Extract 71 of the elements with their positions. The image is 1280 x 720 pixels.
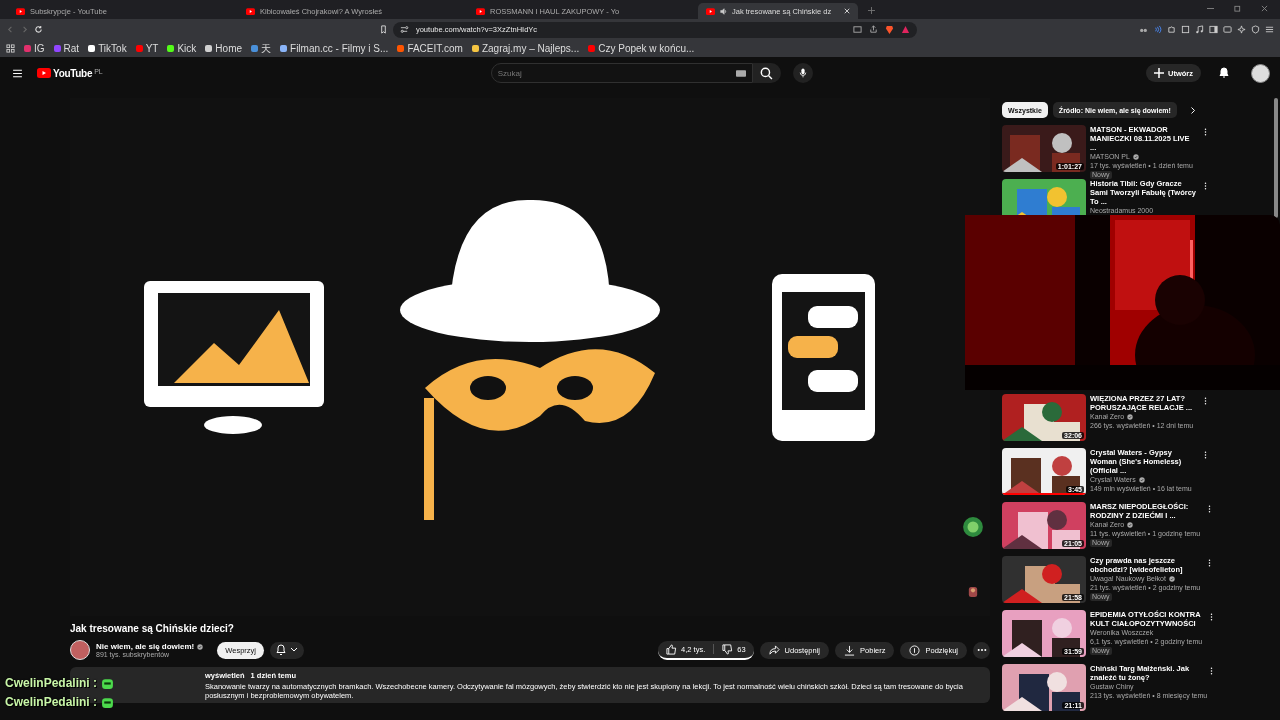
thumbs-down-icon bbox=[722, 643, 734, 655]
chat-username: CwelinPedalini : bbox=[5, 695, 97, 709]
speaker-icon[interactable] bbox=[720, 7, 727, 15]
more-icon[interactable] bbox=[1208, 559, 1212, 567]
shield-icon[interactable] bbox=[1251, 25, 1260, 34]
more-icon[interactable] bbox=[1204, 397, 1207, 405]
bookmark-link[interactable]: Zagraj.my – Najleps... bbox=[481, 43, 580, 54]
emote-icon bbox=[101, 695, 114, 709]
apps-icon[interactable] bbox=[6, 44, 15, 53]
play-logo-icon[interactable] bbox=[37, 68, 51, 78]
bookmark-link[interactable]: Home bbox=[215, 43, 243, 54]
more-icon[interactable] bbox=[1204, 182, 1207, 190]
thumbs-up-icon bbox=[666, 643, 678, 655]
bookmark-icon[interactable] bbox=[378, 25, 388, 34]
voice-search-button[interactable] bbox=[792, 63, 813, 83]
coin-icon bbox=[909, 644, 921, 656]
bookmark-link[interactable]: Rat bbox=[63, 43, 80, 54]
more-icon[interactable] bbox=[1208, 505, 1212, 513]
more-button[interactable] bbox=[973, 641, 990, 659]
search-bar[interactable]: Szukaj bbox=[490, 63, 753, 83]
bookmark-link[interactable]: Filman.cc - Filmy i S... bbox=[290, 43, 389, 54]
site-settings-icon[interactable] bbox=[399, 25, 409, 34]
plus-icon bbox=[1154, 68, 1164, 78]
restore-icon[interactable] bbox=[1234, 5, 1241, 12]
menu-icon[interactable] bbox=[12, 67, 23, 79]
bookmark-link[interactable]: IG bbox=[34, 43, 45, 54]
youtube-icon bbox=[706, 7, 715, 15]
more-icon[interactable] bbox=[1210, 667, 1213, 675]
bookmark-link[interactable]: TikTok bbox=[98, 43, 127, 54]
sidebar-icon[interactable] bbox=[1209, 25, 1218, 34]
download-icon bbox=[844, 644, 856, 656]
sparkle-icon[interactable] bbox=[1237, 25, 1246, 34]
close-icon[interactable] bbox=[1261, 5, 1268, 12]
menu-icon[interactable] bbox=[1265, 25, 1274, 34]
bookmark-link[interactable]: FACEIT.com bbox=[407, 43, 463, 54]
youtube-icon bbox=[476, 7, 485, 15]
bell-caret-icon bbox=[275, 644, 298, 656]
search-button[interactable] bbox=[752, 63, 781, 83]
minimize-icon[interactable] bbox=[1207, 5, 1214, 12]
youtube-icon bbox=[246, 7, 255, 15]
notification-button[interactable] bbox=[269, 641, 304, 659]
youtube-logo[interactable]: YouTube bbox=[53, 67, 93, 79]
bookmark-link[interactable]: YT bbox=[145, 43, 159, 54]
figure-icon bbox=[968, 586, 978, 598]
new-tab-icon[interactable] bbox=[868, 7, 875, 14]
bookmark-link[interactable]: 天 bbox=[261, 41, 272, 56]
chevron-right-icon[interactable] bbox=[1189, 105, 1196, 115]
emote-icon bbox=[101, 676, 114, 690]
reload-icon[interactable] bbox=[34, 25, 43, 34]
microphone-icon bbox=[798, 67, 807, 79]
share-icon bbox=[768, 644, 780, 656]
avatar[interactable] bbox=[1251, 63, 1270, 83]
youtube-icon bbox=[16, 7, 25, 15]
sticker-icon bbox=[962, 516, 984, 538]
bookmark-link[interactable]: Kick bbox=[177, 43, 197, 54]
chat-username: CwelinPedalini : bbox=[5, 676, 97, 690]
triangle-icon[interactable] bbox=[900, 25, 910, 34]
more-icon bbox=[976, 648, 987, 652]
channel-name[interactable]: Nie wiem, ale się dowiem! bbox=[96, 642, 195, 651]
more-icon[interactable] bbox=[1204, 451, 1207, 459]
notification-bell-icon[interactable] bbox=[1219, 67, 1229, 79]
search-icon bbox=[760, 66, 774, 80]
share-icon[interactable] bbox=[868, 25, 878, 34]
search-field[interactable]: Szukaj bbox=[497, 68, 736, 78]
wave-icon[interactable] bbox=[1153, 25, 1162, 34]
more-icon[interactable] bbox=[1210, 613, 1213, 621]
channel-avatar[interactable] bbox=[70, 640, 90, 660]
music-icon[interactable] bbox=[1195, 25, 1204, 34]
more-icon[interactable] bbox=[1204, 128, 1207, 136]
bookmark-link[interactable]: Czy Popek w końcu... bbox=[598, 43, 695, 54]
video-title: Jak tresowane są Chińskie dzieci? bbox=[70, 623, 235, 634]
